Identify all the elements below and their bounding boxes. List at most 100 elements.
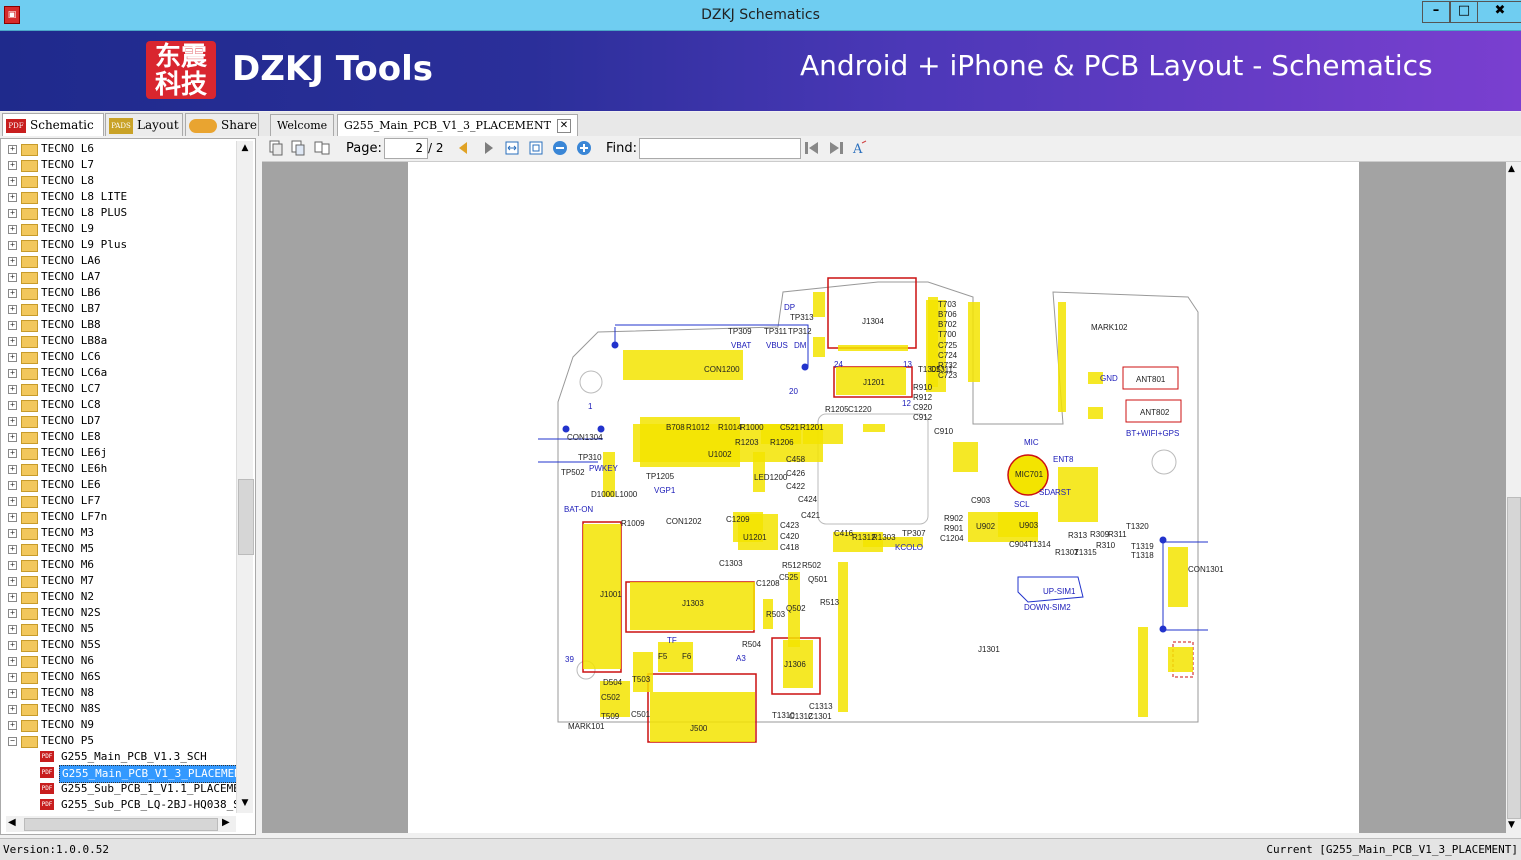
tree-horizontal-scrollbar[interactable]: ◀ ▶ [6, 816, 236, 832]
close-tab-icon[interactable]: ✕ [556, 119, 571, 133]
fit-page-icon[interactable] [528, 140, 544, 156]
folder-icon [21, 208, 38, 220]
document-viewer[interactable]: J1304 TP313 DP TP309 TP311 TP312 VBAT VBUS DM CON… [262, 162, 1506, 833]
viewer-scroll-down-icon[interactable]: ▼ [1508, 820, 1515, 830]
scroll-right-icon[interactable]: ▶ [222, 817, 230, 828]
find-next-icon[interactable] [828, 140, 844, 156]
pages-icon[interactable] [314, 140, 330, 156]
pcb-component-label: C724 [938, 351, 958, 360]
tab-share[interactable]: Share [185, 113, 259, 136]
pcb-component-label: MARK102 [1091, 323, 1128, 332]
pcb-component-label: C1303 [719, 559, 743, 568]
current-document-text: Current [G255_Main_PCB_V1_3_PLACEMENT] [1266, 843, 1518, 856]
tab-welcome[interactable]: Welcome [270, 114, 335, 136]
find-input[interactable] [639, 138, 801, 159]
expand-toggle-icon[interactable]: + [8, 273, 17, 282]
scroll-left-icon[interactable]: ◀ [8, 817, 16, 828]
pcb-component-label: C910 [934, 427, 954, 436]
expand-toggle-icon[interactable]: + [8, 545, 17, 554]
expand-toggle-icon[interactable]: + [8, 209, 17, 218]
close-button[interactable]: ✖ [1477, 1, 1521, 23]
expand-toggle-icon[interactable]: + [8, 385, 17, 394]
zoom-in-icon[interactable] [576, 140, 592, 156]
tab-schematic-label: Schematic [30, 118, 94, 132]
minimize-button[interactable]: – [1422, 1, 1450, 23]
pcb-component-label: ANT802 [1140, 408, 1170, 417]
pcb-component-label: C458 [786, 455, 806, 464]
viewer-scroll-up-icon[interactable]: ▲ [1508, 164, 1515, 174]
folder-label: TECNO M5 [41, 542, 94, 555]
expand-toggle-icon[interactable]: + [8, 689, 17, 698]
pcb-placement-page[interactable]: J1304 TP313 DP TP309 TP311 TP312 VBAT VBUS DM CON… [408, 162, 1359, 833]
pcb-component-label: ENT8 [1053, 455, 1074, 464]
expand-toggle-icon[interactable]: + [8, 673, 17, 682]
expand-toggle-icon[interactable]: + [8, 433, 17, 442]
tab-layout[interactable]: PADS Layout [105, 113, 183, 136]
expand-toggle-icon[interactable]: + [8, 465, 17, 474]
expand-toggle-icon[interactable]: + [8, 161, 17, 170]
fit-width-icon[interactable] [504, 140, 520, 156]
expand-toggle-icon[interactable]: + [8, 593, 17, 602]
pcb-component-label: R1203 [735, 438, 759, 447]
expand-toggle-icon[interactable]: + [8, 625, 17, 634]
expand-toggle-icon[interactable]: + [8, 305, 17, 314]
scroll-up-icon[interactable]: ▲ [239, 143, 251, 155]
expand-toggle-icon[interactable]: + [8, 177, 17, 186]
previous-page-icon[interactable] [455, 140, 471, 156]
folder-label: TECNO LD7 [41, 414, 101, 427]
zoom-out-icon[interactable] [552, 140, 568, 156]
paste-icon[interactable] [290, 140, 306, 156]
expand-toggle-icon[interactable]: + [8, 705, 17, 714]
next-page-icon[interactable] [481, 140, 497, 156]
expand-toggle-icon[interactable]: + [8, 481, 17, 490]
tree-scroll-thumb[interactable] [238, 479, 254, 555]
pcb-component-label: T1320 [1126, 522, 1149, 531]
expand-toggle-icon[interactable]: + [8, 641, 17, 650]
expand-toggle-icon[interactable]: + [8, 401, 17, 410]
expand-toggle-icon[interactable]: + [8, 369, 17, 378]
find-previous-icon[interactable] [804, 140, 820, 156]
folder-label: TECNO L8 PLUS [41, 206, 128, 219]
folder-icon [21, 224, 38, 236]
pcb-component-label: TP502 [561, 468, 585, 477]
expand-toggle-icon[interactable]: + [8, 257, 17, 266]
pcb-component-label: TP311 [764, 327, 788, 336]
expand-toggle-icon[interactable]: + [8, 609, 17, 618]
expand-toggle-icon[interactable]: + [8, 353, 17, 362]
folder-label: TECNO P5 [41, 734, 94, 747]
expand-toggle-icon[interactable]: + [8, 225, 17, 234]
folder-label: TECNO M6 [41, 558, 94, 571]
tree-hscroll-thumb[interactable] [24, 818, 218, 831]
folder-icon [21, 496, 38, 508]
expand-toggle-icon[interactable]: − [8, 737, 17, 746]
page-number-input[interactable]: 2 [384, 138, 428, 159]
pcb-component-label: TP309 [728, 327, 752, 336]
pcb-component-label: MIC [1024, 438, 1039, 447]
expand-toggle-icon[interactable]: + [8, 145, 17, 154]
tab-schematic[interactable]: PDF Schematic [2, 113, 104, 136]
expand-toggle-icon[interactable]: + [8, 321, 17, 330]
expand-toggle-icon[interactable]: + [8, 193, 17, 202]
expand-toggle-icon[interactable]: + [8, 417, 17, 426]
highlight-text-icon[interactable]: A [852, 140, 868, 156]
expand-toggle-icon[interactable]: + [8, 721, 17, 730]
expand-toggle-icon[interactable]: + [8, 529, 17, 538]
expand-toggle-icon[interactable]: + [8, 241, 17, 250]
copy-icon[interactable] [268, 140, 284, 156]
tab-placement-document[interactable]: G255_Main_PCB_V1_3_PLACEMENT ✕ [337, 114, 578, 136]
expand-toggle-icon[interactable]: + [8, 337, 17, 346]
viewer-vertical-scrollbar[interactable]: ▲ ▼ [1506, 162, 1521, 833]
expand-toggle-icon[interactable]: + [8, 449, 17, 458]
maximize-button[interactable]: □ [1450, 1, 1478, 23]
expand-toggle-icon[interactable]: + [8, 561, 17, 570]
viewer-scroll-thumb[interactable] [1507, 497, 1521, 819]
expand-toggle-icon[interactable]: + [8, 657, 17, 666]
expand-toggle-icon[interactable]: + [8, 497, 17, 506]
scroll-down-icon[interactable]: ▼ [239, 798, 251, 810]
tree-vertical-scrollbar[interactable]: ▲ ▼ [236, 141, 254, 813]
expand-toggle-icon[interactable]: + [8, 513, 17, 522]
pcb-component-label: T1315 [1074, 548, 1097, 557]
expand-toggle-icon[interactable]: + [8, 289, 17, 298]
dzkj-logo: 东震 科技 [146, 41, 216, 99]
expand-toggle-icon[interactable]: + [8, 577, 17, 586]
